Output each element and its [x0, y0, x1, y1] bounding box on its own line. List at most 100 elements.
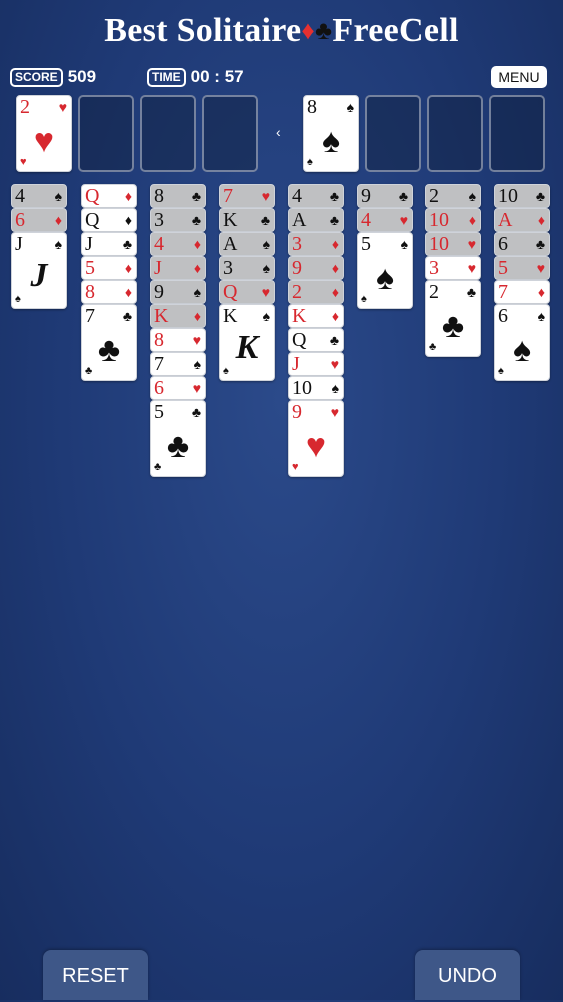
playing-card[interactable]: 9 ♥ ♥ ♥ [288, 400, 344, 477]
card-suit-icon: ♦ [468, 212, 476, 228]
playing-card[interactable]: 2 ♥ ♥ ♥ [16, 95, 72, 172]
card-suit-icon: ♠ [54, 188, 62, 204]
playing-card[interactable]: 4 ♣ [288, 184, 344, 208]
playing-card[interactable]: J ♣ [81, 232, 137, 256]
card-suit-icon: ♥ [536, 260, 545, 276]
playing-card[interactable]: A ♣ [288, 208, 344, 232]
playing-card[interactable]: 6 ♦ [11, 208, 67, 232]
playing-card[interactable]: 9 ♠ [150, 280, 206, 304]
card-rank: K [154, 305, 169, 327]
card-suit-icon: ♠ [331, 380, 339, 396]
playing-card[interactable]: 10 ♦ [425, 208, 481, 232]
playing-card[interactable]: 2 ♣ ♣ ♣ [425, 280, 481, 357]
playing-card[interactable]: Q ♦ [81, 184, 137, 208]
card-rank: 6 [498, 233, 508, 255]
playing-card[interactable]: 8 ♦ [81, 280, 137, 304]
playing-card[interactable]: 7 ♣ ♣ ♣ [81, 304, 137, 381]
card-rank: 8 [307, 96, 317, 118]
playing-card[interactable]: 7 ♥ [219, 184, 275, 208]
playing-card[interactable]: K ♦ [288, 304, 344, 328]
playing-card[interactable]: 4 ♥ [357, 208, 413, 232]
foundation-3[interactable] [427, 95, 483, 172]
playing-card[interactable]: 8 ♥ [150, 328, 206, 352]
playing-card[interactable]: J ♦ [150, 256, 206, 280]
card-suit-icon: ♠ [262, 236, 270, 252]
playing-card[interactable]: 2 ♦ [288, 280, 344, 304]
card-suit-icon: ♥ [261, 188, 270, 204]
card-rank: 3 [429, 257, 439, 279]
playing-card[interactable]: 10 ♥ [425, 232, 481, 256]
card-suit-icon: ♣ [122, 236, 132, 252]
card-rank: 10 [429, 209, 449, 231]
playing-card[interactable]: J ♥ [288, 352, 344, 376]
score-label: SCORE [10, 67, 63, 87]
card-rank: 2 [292, 281, 302, 303]
playing-card[interactable]: K ♣ [219, 208, 275, 232]
card-corner-suit-icon: ♠ [307, 156, 313, 168]
card-rank: 4 [154, 233, 164, 255]
playing-card[interactable]: 3 ♦ [288, 232, 344, 256]
card-rank: Q [223, 281, 238, 303]
playing-card[interactable]: J ♠ J ♠ [11, 232, 67, 309]
playing-card[interactable]: 4 ♦ [150, 232, 206, 256]
reset-button[interactable]: RESET [43, 950, 148, 1000]
card-corner-suit-icon: ♣ [85, 365, 93, 377]
playing-card[interactable]: 7 ♦ [494, 280, 550, 304]
card-suit-icon: ♠ [193, 284, 201, 300]
card-rank: 2 [429, 185, 439, 207]
playing-card[interactable]: 4 ♠ [11, 184, 67, 208]
free-cell-4[interactable] [202, 95, 258, 172]
playing-card[interactable]: 8 ♣ [150, 184, 206, 208]
playing-card[interactable]: 5 ♥ [494, 256, 550, 280]
playing-card[interactable]: K ♦ [150, 304, 206, 328]
playing-card[interactable]: K ♠ K ♠ [219, 304, 275, 381]
undo-button[interactable]: UNDO [415, 950, 520, 1000]
playing-card[interactable]: 10 ♠ [288, 376, 344, 400]
card-suit-icon: ♠ [54, 236, 62, 252]
card-suit-icon: ♣ [191, 188, 201, 204]
playing-card[interactable]: 8 ♠ ♠ ♠ [303, 95, 359, 172]
card-rank: 10 [498, 185, 518, 207]
title-right: FreeCell [332, 12, 459, 49]
playing-card[interactable]: 10 ♣ [494, 184, 550, 208]
playing-card[interactable]: A ♦ [494, 208, 550, 232]
card-suit-icon: ♦ [193, 308, 201, 324]
card-suit-icon: ♣ [329, 212, 339, 228]
playing-card[interactable]: 6 ♠ ♠ ♠ [494, 304, 550, 381]
foundation-2[interactable] [365, 95, 421, 172]
card-suit-icon: ♥ [261, 284, 270, 300]
playing-card[interactable]: 9 ♣ [357, 184, 413, 208]
card-center-suit-icon: ♠ [512, 331, 532, 369]
playing-card[interactable]: 7 ♠ [150, 352, 206, 376]
free-cell-3[interactable] [140, 95, 196, 172]
card-suit-icon: ♦ [124, 284, 132, 300]
playing-card[interactable]: 3 ♥ [425, 256, 481, 280]
playing-card[interactable]: A ♠ [219, 232, 275, 256]
card-rank: 5 [154, 401, 164, 423]
playing-card[interactable]: Q ♣ [288, 328, 344, 352]
card-center-suit-icon: ♣ [97, 331, 121, 369]
card-rank: 3 [223, 257, 233, 279]
card-rank: 7 [85, 305, 95, 327]
playing-card[interactable]: 3 ♣ [150, 208, 206, 232]
playing-card[interactable]: 6 ♥ [150, 376, 206, 400]
playing-card[interactable]: 9 ♦ [288, 256, 344, 280]
playing-card[interactable]: 2 ♠ [425, 184, 481, 208]
card-suit-icon: ♣ [466, 284, 476, 300]
card-suit-icon: ♥ [467, 260, 476, 276]
playing-card[interactable]: 5 ♣ ♣ ♣ [150, 400, 206, 477]
card-suit-icon: ♦ [331, 260, 339, 276]
card-rank: 3 [292, 233, 302, 255]
menu-button[interactable]: MENU [491, 66, 547, 88]
playing-card[interactable]: Q ♥ [219, 280, 275, 304]
card-rank: J [85, 233, 93, 255]
playing-card[interactable]: Q ♦ [81, 208, 137, 232]
playing-card[interactable]: 6 ♣ [494, 232, 550, 256]
playing-card[interactable]: 5 ♠ ♠ ♠ [357, 232, 413, 309]
card-suit-icon: ♥ [58, 99, 67, 115]
free-cell-2[interactable] [78, 95, 134, 172]
playing-card[interactable]: 3 ♠ [219, 256, 275, 280]
card-suit-icon: ♦ [124, 188, 132, 204]
playing-card[interactable]: 5 ♦ [81, 256, 137, 280]
foundation-4[interactable] [489, 95, 545, 172]
